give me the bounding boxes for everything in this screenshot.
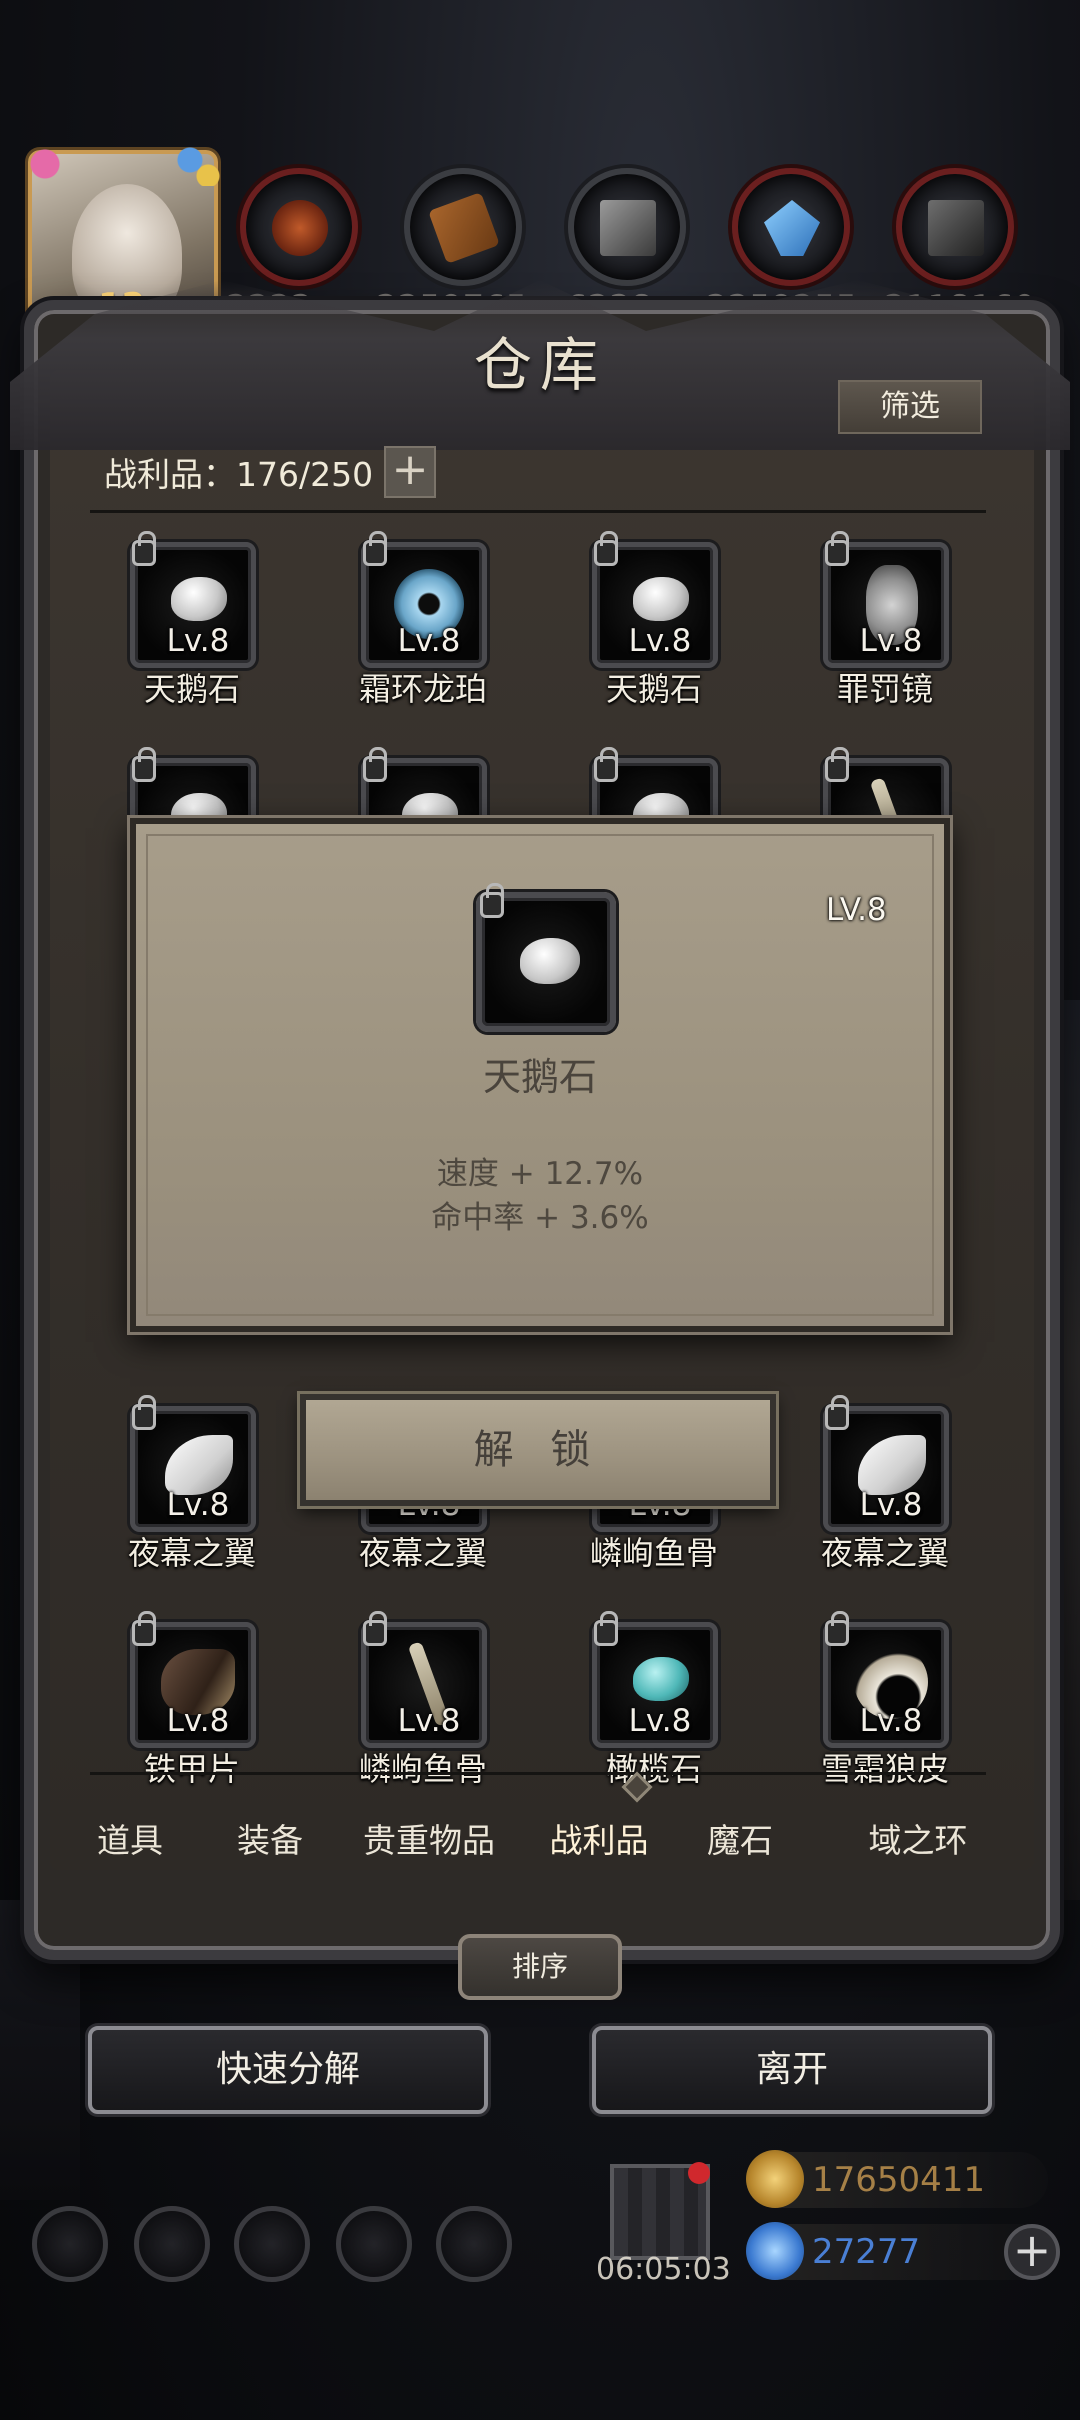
divider-top bbox=[90, 510, 986, 513]
backpack-icon[interactable] bbox=[436, 2206, 512, 2282]
item-slot[interactable]: Lv.8 铁甲片 bbox=[92, 1611, 292, 1792]
olive-stone-icon bbox=[633, 1657, 689, 1701]
lock-icon bbox=[594, 531, 618, 566]
item-slot[interactable]: Lv.8 夜幕之翼 bbox=[785, 1395, 985, 1576]
lock-icon bbox=[480, 883, 504, 918]
wing-icon bbox=[858, 1435, 926, 1495]
popup-stat: 命中率 + 3.6% bbox=[431, 1200, 649, 1236]
sort-button[interactable]: 排序 bbox=[458, 1934, 622, 2000]
white-stone-icon bbox=[171, 577, 227, 621]
item-level: Lv.8 bbox=[166, 1487, 230, 1523]
item-slot[interactable]: Lv.8 嶙峋鱼骨 bbox=[323, 1611, 523, 1792]
item-level: Lv.8 bbox=[628, 1703, 692, 1739]
item-slot[interactable]: Lv.8 夜幕之翼 bbox=[92, 1395, 292, 1576]
white-stone-icon bbox=[520, 938, 580, 984]
settings-icon[interactable] bbox=[32, 2206, 108, 2282]
item-level: Lv.8 bbox=[166, 623, 230, 659]
item-level: Lv.8 bbox=[859, 1487, 923, 1523]
item-name: 橄榄石 bbox=[605, 1750, 702, 1788]
popup-item-level: LV.8 bbox=[826, 892, 887, 928]
quick-decompose-button[interactable]: 快速分解 bbox=[88, 2026, 488, 2114]
lock-icon bbox=[363, 1611, 387, 1646]
tab-valuables[interactable]: 贵重物品 bbox=[334, 1796, 524, 1886]
item-name: 霜环龙珀 bbox=[358, 670, 487, 708]
item-slot[interactable]: Lv.8 天鹅石 bbox=[92, 531, 292, 712]
tab-magic-stone[interactable]: 魔石 bbox=[674, 1796, 806, 1886]
item-level: Lv.8 bbox=[859, 1703, 923, 1739]
item-slot[interactable]: Lv.8 霜环龙珀 bbox=[323, 531, 523, 712]
item-level: Lv.8 bbox=[166, 1703, 230, 1739]
item-name: 夜幕之翼 bbox=[820, 1534, 949, 1572]
gold-coin-icon bbox=[746, 2150, 804, 2208]
stone-icon[interactable] bbox=[568, 168, 686, 286]
item-level: Lv.8 bbox=[628, 623, 692, 659]
medal-icon[interactable] bbox=[134, 2206, 210, 2282]
item-slot[interactable]: Lv.8 雪霜狼皮 bbox=[785, 1611, 985, 1792]
item-name: 嶙峋鱼骨 bbox=[589, 1534, 718, 1572]
popup-stat: 速度 + 12.7% bbox=[436, 1156, 644, 1192]
lock-icon bbox=[132, 747, 156, 782]
add-currency-button[interactable]: + bbox=[1004, 2224, 1060, 2280]
item-slot[interactable]: Lv.8 罪罚镜 bbox=[785, 531, 985, 712]
mail-icon[interactable] bbox=[336, 2206, 412, 2282]
item-level: Lv.8 bbox=[397, 623, 461, 659]
lock-icon bbox=[594, 747, 618, 782]
tab-equipment[interactable]: 装备 bbox=[206, 1796, 334, 1886]
tab-loot[interactable]: 战利品 bbox=[524, 1796, 674, 1886]
item-name: 天鹅石 bbox=[605, 670, 702, 708]
expand-capacity-button[interactable]: + bbox=[384, 446, 436, 498]
lock-icon bbox=[363, 531, 387, 566]
wing-icon bbox=[165, 1435, 233, 1495]
lock-icon bbox=[132, 1611, 156, 1646]
item-level: Lv.8 bbox=[397, 1703, 461, 1739]
filter-button[interactable]: 筛选 bbox=[838, 380, 982, 434]
divider-bottom bbox=[90, 1772, 986, 1775]
notification-dot bbox=[688, 2162, 710, 2184]
lock-icon bbox=[363, 747, 387, 782]
event-timer: 06:05:03 bbox=[596, 2252, 731, 2287]
item-detail-popup: LV.8 天鹅石 速度 + 12.7% 命中率 + 3.6% bbox=[130, 818, 950, 1332]
meat-icon[interactable] bbox=[240, 168, 358, 286]
popup-item-name: 天鹅石 bbox=[482, 1055, 597, 1099]
item-name: 铁甲片 bbox=[143, 1750, 240, 1788]
lock-icon bbox=[132, 531, 156, 566]
balloon-decoration bbox=[30, 146, 220, 186]
item-name: 夜幕之翼 bbox=[358, 1534, 487, 1572]
item-level: Lv.8 bbox=[859, 623, 923, 659]
item-name: 雪霜狼皮 bbox=[820, 1750, 949, 1788]
lock-icon bbox=[825, 1395, 849, 1430]
item-name: 夜幕之翼 bbox=[127, 1534, 256, 1572]
iron-icon[interactable] bbox=[896, 168, 1014, 286]
item-name: 嶙峋鱼骨 bbox=[358, 1750, 487, 1788]
lock-icon bbox=[825, 531, 849, 566]
tab-domain-ring[interactable]: 域之环 bbox=[806, 1796, 1030, 1886]
item-slot[interactable]: Lv.8 天鹅石 bbox=[554, 531, 754, 712]
item-name: 天鹅石 bbox=[143, 670, 240, 708]
lock-icon bbox=[825, 1611, 849, 1646]
leave-button[interactable]: 离开 bbox=[592, 2026, 992, 2114]
lock-icon bbox=[825, 747, 849, 782]
white-stone-icon bbox=[633, 577, 689, 621]
lock-icon bbox=[594, 1611, 618, 1646]
lock-icon bbox=[132, 1395, 156, 1430]
gem-value: 27277 bbox=[812, 2232, 921, 2272]
map-icon[interactable] bbox=[234, 2206, 310, 2282]
item-slot[interactable]: Lv.8 橄榄石 bbox=[554, 1611, 754, 1792]
blue-gem-icon bbox=[746, 2222, 804, 2280]
gold-value: 17650411 bbox=[812, 2160, 986, 2200]
unlock-button[interactable]: 解 锁 bbox=[300, 1394, 776, 1506]
loot-capacity: 战利品：176/250 bbox=[104, 455, 374, 494]
wood-icon[interactable] bbox=[404, 168, 522, 286]
tab-items[interactable]: 道具 bbox=[54, 1796, 206, 1886]
item-name: 罪罚镜 bbox=[836, 670, 933, 708]
crystal-icon[interactable] bbox=[732, 168, 850, 286]
category-tabs: 道具 装备 贵重物品 战利品 魔石 域之环 bbox=[54, 1796, 1030, 1886]
popup-item-frame bbox=[476, 883, 616, 1032]
